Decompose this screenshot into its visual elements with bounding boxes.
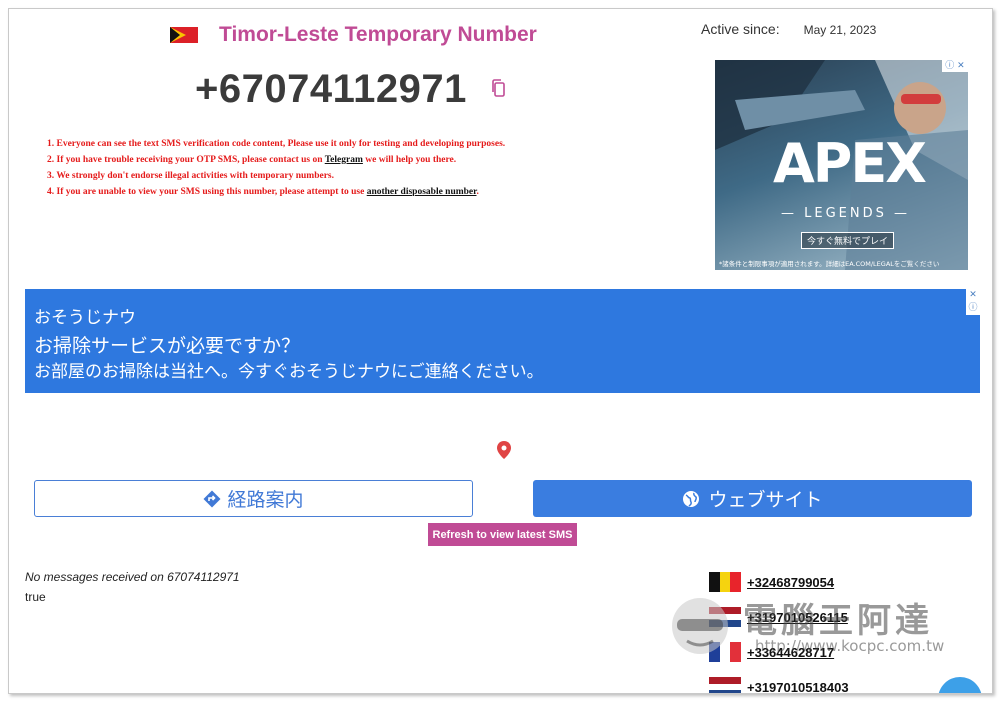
ad-close-icon[interactable]: ⓘ ✕ <box>942 60 968 72</box>
other-number-link[interactable]: +3197010518403 <box>747 680 849 693</box>
rule-item: 3. We strongly don't endorse illegal act… <box>47 171 335 181</box>
timor-leste-flag-icon <box>170 27 198 43</box>
ad-apex-subtitle: — LEGENDS — <box>781 206 910 221</box>
ad-close-icon[interactable]: ✕ ⓘ <box>966 289 980 315</box>
copy-icon[interactable] <box>491 79 505 97</box>
telegram-link[interactable]: Telegram <box>325 155 363 165</box>
route-directions-button[interactable]: 経路案内 <box>34 480 473 517</box>
map-pin-icon <box>497 441 511 459</box>
refresh-button[interactable]: Refresh to view latest SMS <box>428 523 577 546</box>
other-number-link[interactable]: +32468799054 <box>747 575 834 590</box>
ad-headline: お掃除サービスが必要ですか？ <box>34 335 301 357</box>
netherlands-flag-icon <box>709 677 741 693</box>
rule-item: 2. If you have trouble receiving your OT… <box>47 155 457 165</box>
page-title: Timor-Leste Temporary Number <box>219 23 537 46</box>
page-frame: Timor-Leste Temporary Number Active sinc… <box>8 8 993 694</box>
france-flag-icon <box>709 642 741 662</box>
chat-fab-button[interactable] <box>938 677 982 693</box>
directions-icon <box>203 490 221 507</box>
usage-rules: 1. Everyone can see the text SMS verific… <box>47 136 505 200</box>
another-number-link[interactable]: another disposable number <box>367 187 477 197</box>
other-number-link[interactable]: +33644628717 <box>747 645 834 660</box>
ad-apex-cta-button[interactable]: 今すぐ無料でプレイ <box>801 232 895 249</box>
ad-apex-fine-print: *諸条件と制限事項が適用されます。詳細はEA.COM/LEGALをご覧ください <box>719 260 940 268</box>
apex-legends-ad[interactable]: APEX — LEGENDS — 今すぐ無料でプレイ *諸条件と制限事項が適用さ… <box>715 60 968 270</box>
ad-description: お部屋のお掃除は当社へ。今すぐおそうじナウにご連絡ください。 <box>34 362 544 382</box>
ad-advertiser: おそうじナウ <box>34 308 136 328</box>
no-messages-text: No messages received on 67074112971 <box>25 570 240 584</box>
phone-number: +67074112971 <box>195 67 467 111</box>
status-text: true <box>25 590 46 604</box>
route-button-label: 経路案内 <box>227 489 304 511</box>
rule-item: 1. Everyone can see the text SMS verific… <box>47 139 506 149</box>
ad-apex-title: APEX <box>773 132 927 195</box>
active-since-date: May 21, 2023 <box>803 23 877 37</box>
rule-item: 4. If you are unable to view your SMS us… <box>47 187 479 197</box>
website-button-label: ウェブサイト <box>708 489 823 511</box>
netherlands-flag-icon <box>709 607 741 627</box>
website-button[interactable]: ウェブサイト <box>533 480 972 517</box>
active-since-label: Active since: <box>701 21 780 37</box>
other-number-link[interactable]: +3197010526115 <box>747 610 848 625</box>
active-since: Active since: May 21, 2023 <box>701 21 876 37</box>
belgium-flag-icon <box>709 572 741 592</box>
globe-icon <box>683 490 700 507</box>
cleaning-service-ad[interactable]: おそうじナウ お掃除サービスが必要ですか？ お部屋のお掃除は当社へ。今すぐおそう… <box>25 289 980 393</box>
